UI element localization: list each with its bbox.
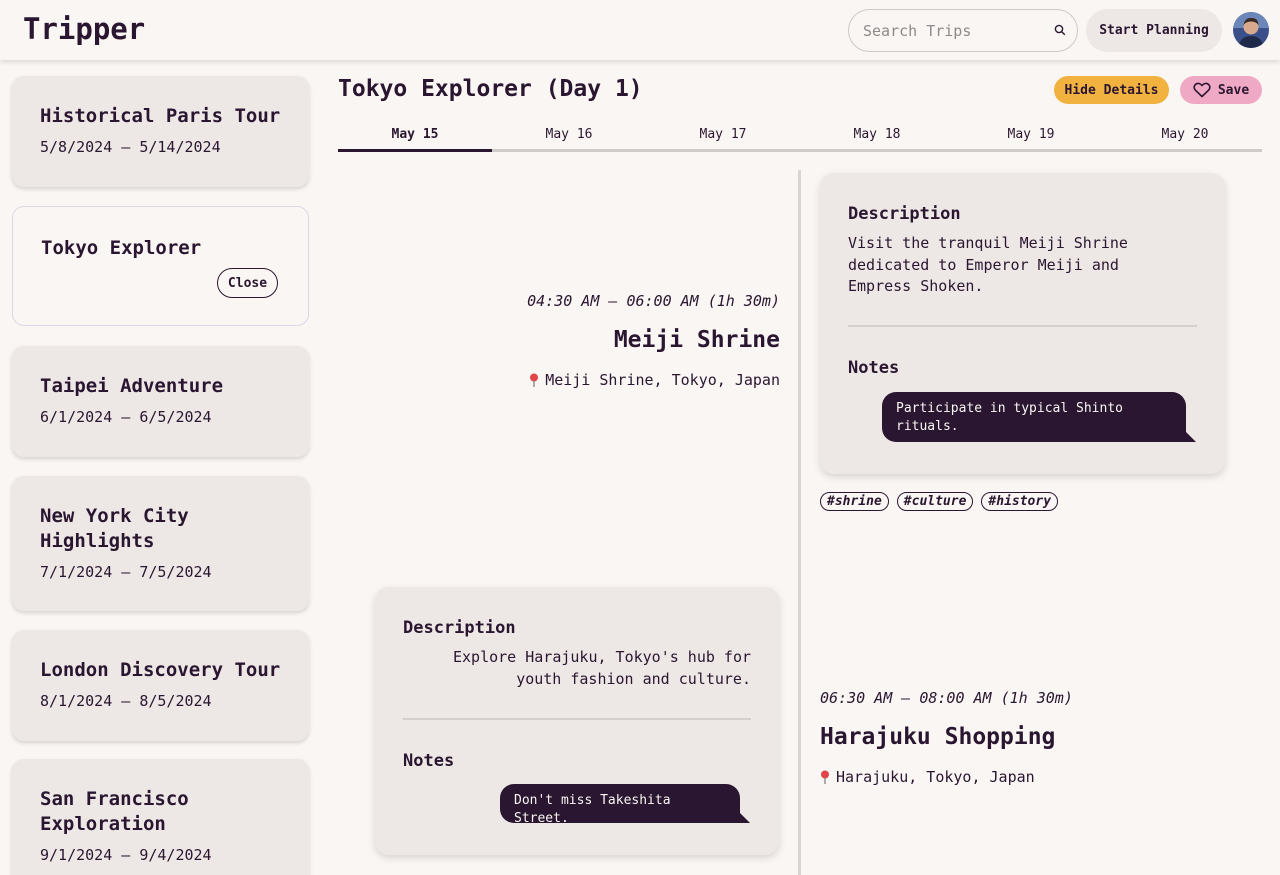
event-location: Harajuku, Tokyo, Japan [820,768,1035,786]
tag[interactable]: #shrine [820,492,889,511]
search-box[interactable] [848,9,1078,52]
trip-card-sanfrancisco[interactable]: San Francisco Exploration 9/1/2024 – 9/4… [12,759,309,875]
close-button[interactable]: Close [217,268,278,298]
notes-heading: Notes [848,358,900,378]
heart-icon [1193,82,1211,98]
description-text: Visit the tranquil Meiji Shrine dedicate… [848,234,1128,295]
event-time: 04:30 AM – 06:00 AM (1h 30m) [527,292,780,310]
timeline-divider [798,170,801,875]
trip-dates: 8/1/2024 – 8/5/2024 [40,692,212,710]
tab-may-19[interactable]: May 19 [954,124,1108,149]
trip-dates: 5/8/2024 – 5/14/2024 [40,138,221,156]
trip-dates: 6/1/2024 – 6/5/2024 [40,408,212,426]
trip-title: Historical Paris Tour [40,105,281,127]
trip-title: Taipei Adventure [40,375,224,397]
map-pin-icon [820,770,830,785]
trip-title: Tokyo Explorer [41,237,202,259]
start-planning-button[interactable]: Start Planning [1086,9,1222,52]
trip-dates: 9/1/2024 – 9/4/2024 [40,846,212,864]
description-heading: Description [403,618,516,638]
location-text: Meiji Shrine, Tokyo, Japan [545,371,780,389]
divider [403,718,751,720]
user-avatar[interactable] [1233,12,1269,48]
tag-list: #shrine #culture #history [820,492,1059,511]
trip-card-taipei[interactable]: Taipei Adventure 6/1/2024 – 6/5/2024 [12,346,309,457]
map-pin-icon [529,373,539,388]
location-text: Harajuku, Tokyo, Japan [836,768,1035,786]
event-time: 06:30 AM – 08:00 AM (1h 30m) [820,689,1073,707]
app-header: Tripper Start Planning [0,0,1280,60]
event-location: Meiji Shrine, Tokyo, Japan [529,371,780,389]
tab-may-17[interactable]: May 17 [646,124,800,149]
note-bubble: Don't miss Takeshita Street. [500,784,750,826]
page-title: Tokyo Explorer (Day 1) [338,76,643,102]
trip-dates: 7/1/2024 – 7/5/2024 [40,563,212,581]
description-heading: Description [848,204,961,224]
search-icon[interactable] [1054,24,1066,38]
trip-title: San Francisco Exploration [40,788,189,835]
trip-title: New York City Highlights [40,505,189,552]
tab-may-18[interactable]: May 18 [800,124,954,149]
search-input[interactable] [863,21,1054,40]
tag[interactable]: #culture [896,492,974,511]
description-text: Explore Harajuku, Tokyo's hub for youth … [452,648,751,688]
save-button[interactable]: Save [1180,76,1262,104]
event-details-card: Description Explore Harajuku, Tokyo's hu… [375,587,779,855]
bubble-tail [1186,432,1196,442]
trip-card-paris[interactable]: Historical Paris Tour 5/8/2024 – 5/14/20… [12,76,309,187]
bubble-tail [740,813,750,823]
trip-card-london[interactable]: London Discovery Tour 8/1/2024 – 8/5/202… [12,630,309,741]
note-text: Participate in typical Shinto rituals. [896,401,1123,434]
tab-may-20[interactable]: May 20 [1108,124,1262,149]
trip-card-nyc[interactable]: New York City Highlights 7/1/2024 – 7/5/… [12,476,309,611]
app-logo[interactable]: Tripper [23,12,145,46]
save-label: Save [1217,82,1250,98]
divider [848,325,1197,327]
day-tabs: May 15 May 16 May 17 May 18 May 19 May 2… [338,124,1262,152]
event-title[interactable]: Harajuku Shopping [820,724,1055,750]
notes-heading: Notes [403,751,455,771]
trip-card-tokyo[interactable]: Tokyo Explorer Close [12,206,309,326]
note-bubble: Participate in typical Shinto rituals. [882,392,1196,442]
tab-may-16[interactable]: May 16 [492,124,646,149]
event-details-card: Description Visit the tranquil Meiji Shr… [820,173,1225,474]
trip-title: London Discovery Tour [40,659,281,681]
tag[interactable]: #history [981,492,1059,511]
tab-may-15[interactable]: May 15 [338,124,492,152]
event-title[interactable]: Meiji Shrine [614,327,780,353]
hide-details-button[interactable]: Hide Details [1054,76,1169,104]
note-text: Don't miss Takeshita Street. [514,793,671,826]
